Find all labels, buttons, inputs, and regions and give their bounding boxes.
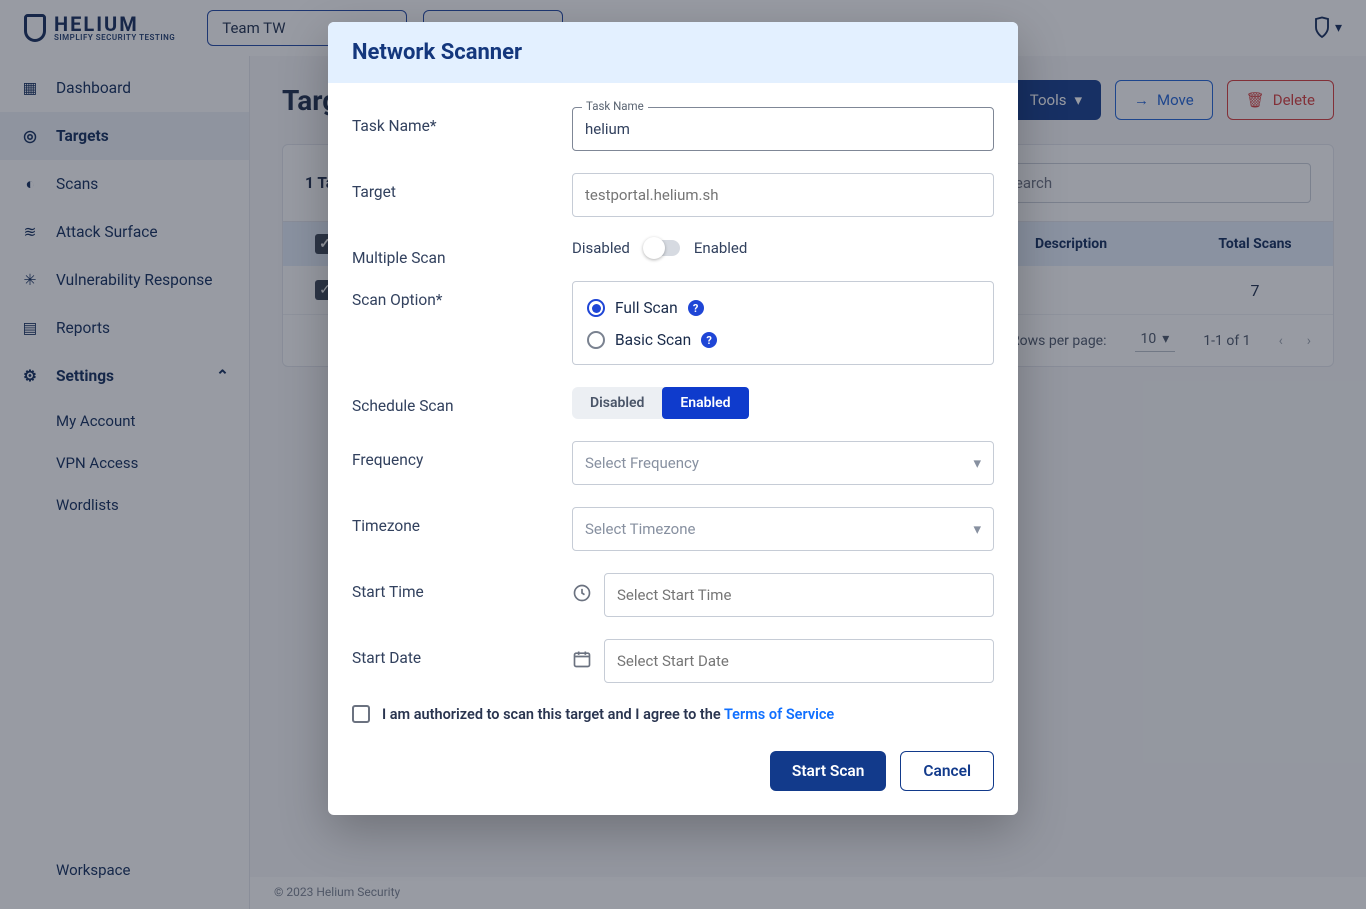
chevron-down-icon: ▾ — [973, 520, 981, 538]
clock-icon — [572, 583, 592, 607]
basic-scan-label: Basic Scan — [615, 331, 691, 349]
start-time-label: Start Time — [352, 573, 552, 601]
frequency-placeholder: Select Frequency — [585, 454, 699, 472]
seg-disabled[interactable]: Disabled — [572, 387, 662, 419]
timezone-select[interactable]: Select Timezone ▾ — [572, 507, 994, 551]
timezone-placeholder: Select Timezone — [585, 520, 695, 538]
help-icon[interactable]: ? — [701, 332, 717, 348]
start-date-label: Start Date — [352, 639, 552, 667]
multiple-scan-toggle[interactable] — [644, 240, 680, 256]
terms-link[interactable]: Terms of Service — [724, 706, 834, 723]
chevron-down-icon: ▾ — [973, 454, 981, 472]
frequency-select[interactable]: Select Frequency ▾ — [572, 441, 994, 485]
full-scan-label: Full Scan — [615, 299, 678, 317]
seg-enabled[interactable]: Enabled — [662, 387, 748, 419]
target-input[interactable] — [572, 173, 994, 217]
consent-checkbox[interactable] — [352, 705, 370, 723]
scan-option-label: Scan Option* — [352, 281, 552, 309]
frequency-label: Frequency — [352, 441, 552, 469]
task-name-input[interactable] — [572, 107, 994, 151]
start-scan-button[interactable]: Start Scan — [770, 751, 887, 791]
basic-scan-radio[interactable]: Basic Scan ? — [587, 324, 979, 356]
consent-text: I am authorized to scan this target and … — [382, 706, 724, 723]
start-time-input[interactable] — [604, 573, 994, 617]
cancel-button[interactable]: Cancel — [900, 751, 994, 791]
full-scan-radio[interactable]: Full Scan ? — [587, 292, 979, 324]
schedule-scan-label: Schedule Scan — [352, 387, 552, 415]
consent-row: I am authorized to scan this target and … — [352, 705, 994, 723]
multiple-scan-label: Multiple Scan — [352, 239, 552, 267]
help-icon[interactable]: ? — [688, 300, 704, 316]
toggle-enabled-label: Enabled — [694, 239, 747, 257]
start-date-input[interactable] — [604, 639, 994, 683]
task-name-label: Task Name* — [352, 107, 552, 135]
network-scanner-modal: Network Scanner Task Name* Task Name Tar… — [328, 22, 1018, 815]
target-label: Target — [352, 173, 552, 201]
toggle-disabled-label: Disabled — [572, 239, 630, 257]
timezone-label: Timezone — [352, 507, 552, 535]
modal-title: Network Scanner — [328, 22, 1018, 83]
schedule-segment[interactable]: Disabled Enabled — [572, 387, 749, 419]
task-name-float-label: Task Name — [582, 99, 648, 113]
calendar-icon — [572, 649, 592, 673]
